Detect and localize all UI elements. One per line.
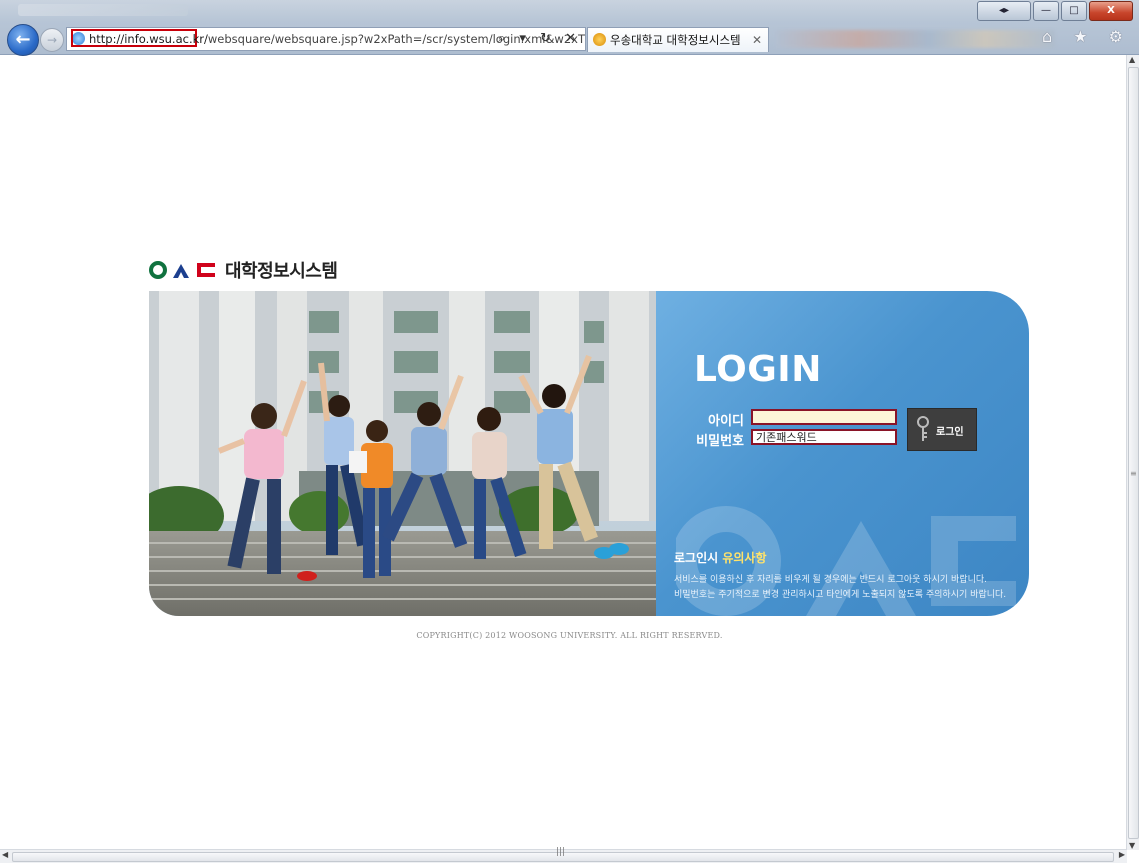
close-button[interactable]: X: [1089, 1, 1133, 21]
wsu-logo-icon: [149, 261, 215, 279]
back-button[interactable]: ←: [7, 24, 39, 56]
students-jumping-image: [149, 291, 656, 616]
window-extra-button[interactable]: ◂▸: [977, 1, 1031, 21]
copyright: COPYRIGHT(C) 2012 WOOSONG UNIVERSITY. AL…: [416, 631, 723, 640]
password-input[interactable]: [751, 429, 897, 445]
notice-title-highlight: 유의사항: [722, 551, 767, 565]
site-logo: 대학정보시스템: [149, 258, 338, 282]
password-label: 비밀번호: [696, 434, 744, 449]
login-button-label: 로그인: [936, 427, 964, 438]
tab-favicon-icon: [593, 33, 606, 46]
notice-line-1: 서비스를 이용하신 후 자리를 비우게 될 경우에는 반드시 로그아웃 하시기 …: [674, 575, 987, 585]
campus-students-photo: [149, 291, 656, 616]
horizontal-scrollbar[interactable]: ◀ ||| ▶: [0, 847, 1127, 863]
hscroll-grip-icon: |||: [556, 847, 566, 857]
tab-close-icon[interactable]: ✕: [752, 28, 762, 52]
window-controls: ◂▸ — □ X: [977, 1, 1133, 21]
notice-title-prefix: 로그인시: [674, 551, 723, 565]
titlebar-blur: [18, 4, 188, 16]
scroll-grip-icon: ≡: [1130, 469, 1137, 478]
minimize-button[interactable]: —: [1033, 1, 1059, 21]
login-button[interactable]: 로그인: [907, 408, 977, 451]
vertical-scrollbar[interactable]: ▲ ≡ ▼: [1126, 55, 1139, 850]
scroll-right-arrow-icon[interactable]: ▶: [1119, 850, 1125, 859]
notice-line-2: 비밀번호는 주기적으로 변경 관리하시고 타인에게 노출되지 않도록 주의하시기…: [674, 590, 1007, 600]
login-title: LOGIN: [694, 349, 822, 390]
maximize-button[interactable]: □: [1061, 1, 1087, 21]
address-bar-buttons[interactable]: ⌕ ▾ ↻ ✕: [498, 28, 581, 50]
id-label: 아이디: [708, 414, 744, 429]
login-panel: LOGIN 아이디 비밀번호 로그인 로그인시 유의사항 서비스를 이용하신 후…: [656, 291, 1029, 616]
address-url-domain: http://info.wsu.ac.kr/: [89, 32, 208, 46]
id-input[interactable]: [751, 409, 897, 425]
vertical-scroll-thumb[interactable]: [1128, 67, 1139, 839]
notice-title: 로그인시 유의사항: [674, 549, 767, 566]
tab-title: 우송대학교 대학정보시스템: [610, 33, 741, 47]
address-bar[interactable]: http://info.wsu.ac.kr/websquare/websquar…: [66, 27, 586, 51]
scroll-up-arrow-icon[interactable]: ▲: [1129, 55, 1135, 64]
home-favorites-tools-icons[interactable]: ⌂ ★ ⚙: [1042, 27, 1131, 46]
scroll-left-arrow-icon[interactable]: ◀: [2, 850, 8, 859]
tab-woosong-info-system[interactable]: 우송대학교 대학정보시스템 ✕: [587, 27, 769, 52]
logo-text: 대학정보시스템: [225, 261, 338, 282]
key-icon: [917, 416, 929, 441]
forward-button[interactable]: →: [40, 28, 64, 52]
login-banner: LOGIN 아이디 비밀번호 로그인 로그인시 유의사항 서비스를 이용하신 후…: [149, 291, 1029, 616]
scroll-down-arrow-icon[interactable]: ▼: [1129, 841, 1135, 850]
toolbar-blurred-icons: [775, 30, 1055, 48]
